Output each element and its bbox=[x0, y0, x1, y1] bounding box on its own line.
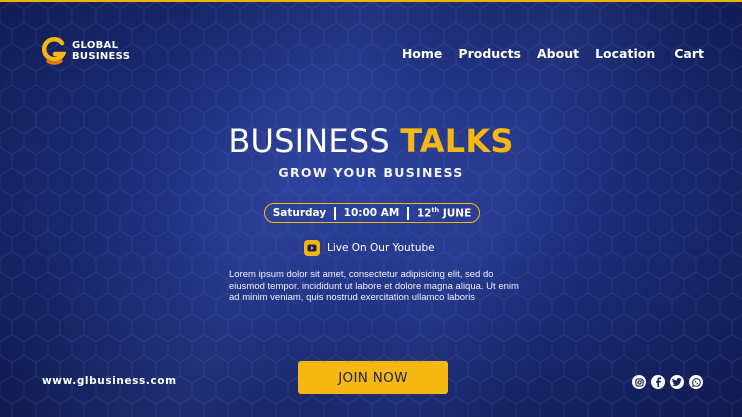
brand-line-2: BUSINESS bbox=[72, 51, 131, 62]
social-links bbox=[632, 375, 703, 389]
live-youtube-link[interactable]: Live On Our Youtube bbox=[304, 240, 435, 256]
event-date-pill: Saturday 10:00 AM 12th JUNE bbox=[264, 203, 480, 223]
divider bbox=[407, 206, 409, 220]
nav-products[interactable]: Products bbox=[458, 46, 521, 61]
event-time: 10:00 AM bbox=[343, 207, 400, 219]
nav-about[interactable]: About bbox=[537, 46, 579, 61]
title-light: BUSINESS bbox=[228, 122, 390, 160]
page-subtitle: GROW YOUR BUSINESS bbox=[278, 165, 464, 180]
main-nav: Home Products About Location Cart bbox=[402, 46, 704, 61]
brand-line-1: GLOBAL bbox=[72, 40, 119, 51]
title-accent: TALKS bbox=[400, 122, 514, 160]
youtube-icon bbox=[304, 240, 320, 256]
page-title: BUSINESS TALKS bbox=[0, 122, 742, 160]
event-date: 12th JUNE bbox=[417, 206, 471, 220]
nav-cart[interactable]: Cart bbox=[674, 46, 704, 61]
live-label: Live On Our Youtube bbox=[327, 242, 435, 254]
event-date-suffix: th bbox=[431, 206, 440, 215]
event-description: Lorem ipsum dolor sit amet, consectetur … bbox=[229, 269, 519, 304]
twitter-icon[interactable] bbox=[670, 375, 684, 389]
landing-page: GLOBAL BUSINESS Home Products About Loca… bbox=[0, 0, 742, 417]
brand-name: GLOBAL BUSINESS bbox=[72, 40, 130, 62]
brand-logo[interactable]: GLOBAL BUSINESS bbox=[42, 37, 130, 65]
event-day: Saturday bbox=[272, 207, 327, 219]
website-url[interactable]: www.glbusiness.com bbox=[42, 375, 177, 387]
instagram-icon[interactable] bbox=[632, 375, 646, 389]
facebook-icon[interactable] bbox=[651, 375, 665, 389]
event-date-month: JUNE bbox=[442, 207, 472, 220]
whatsapp-icon[interactable] bbox=[689, 375, 703, 389]
g-logo-icon bbox=[42, 37, 66, 65]
divider bbox=[334, 206, 336, 220]
nav-home[interactable]: Home bbox=[402, 46, 443, 61]
event-date-number: 12 bbox=[416, 207, 432, 220]
nav-location[interactable]: Location bbox=[595, 46, 655, 61]
join-now-button[interactable]: JOIN NOW bbox=[298, 361, 448, 394]
